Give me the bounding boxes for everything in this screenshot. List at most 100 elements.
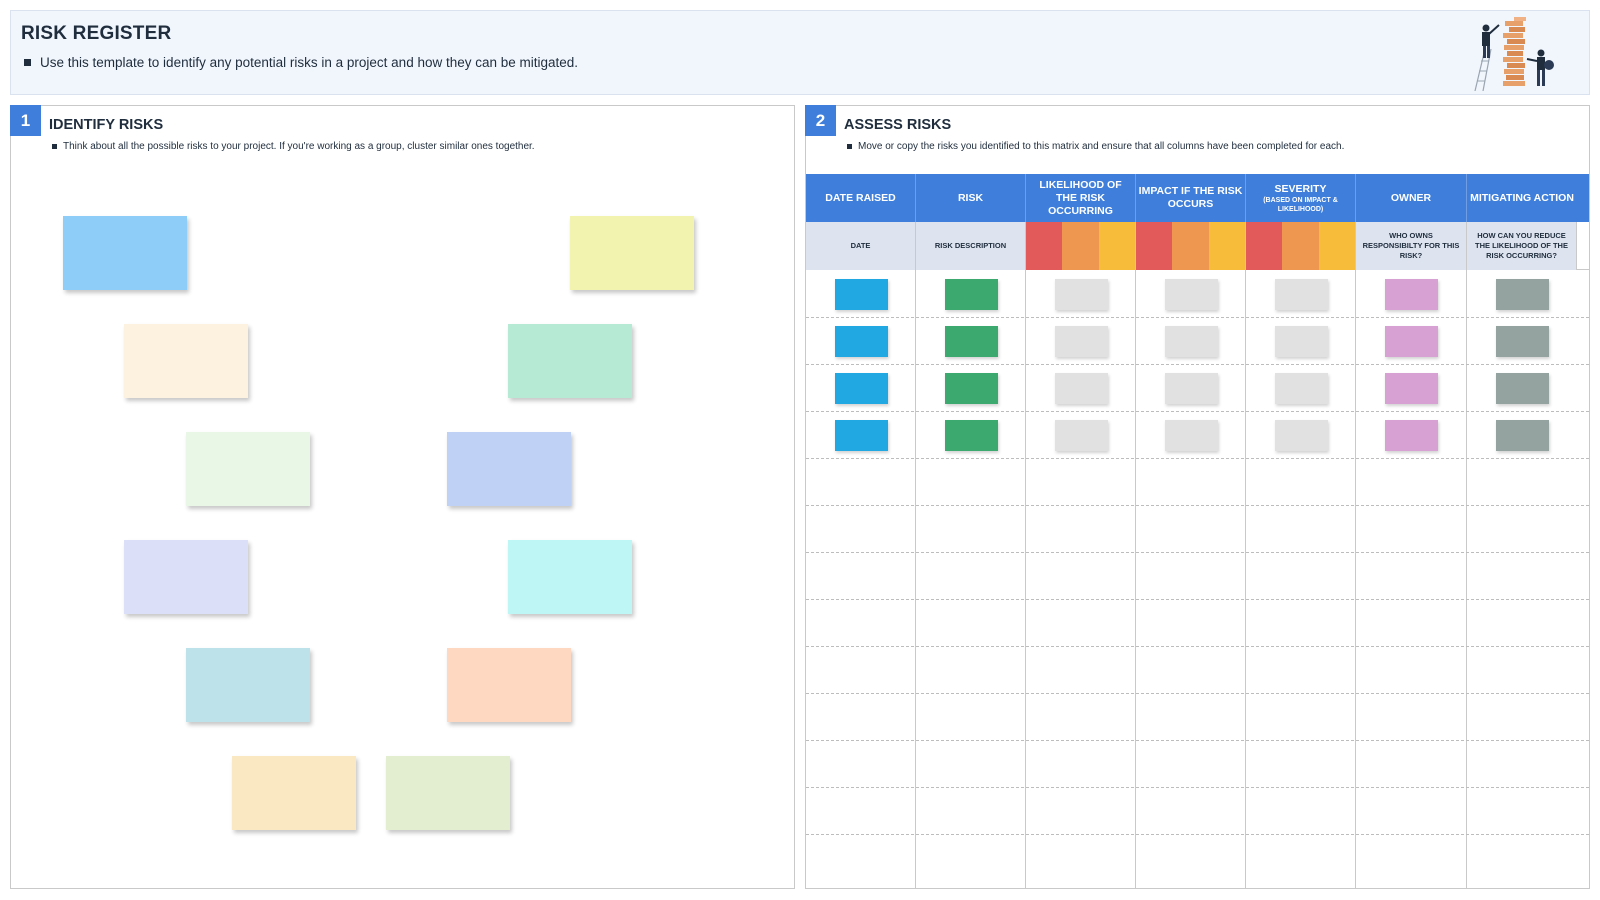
matrix-cell-note[interactable] — [1495, 420, 1549, 451]
sticky-note[interactable] — [124, 540, 248, 614]
column-divider — [1466, 270, 1467, 889]
low-rating-swatch — [1318, 222, 1355, 270]
matrix-subheader-row: DATE RISK DESCRIPTION WHO OWNS RESPONSIBIL… — [806, 222, 1589, 270]
column-header-note: (BASED ON IMPACT & LIKELIHOOD) — [1263, 196, 1338, 213]
bullet-icon — [52, 144, 57, 149]
matrix-cell-note[interactable] — [834, 420, 888, 451]
matrix-cell-note[interactable] — [1054, 373, 1108, 404]
matrix-cell-note[interactable] — [1385, 326, 1438, 357]
matrix-cell-note[interactable] — [1164, 326, 1218, 357]
matrix-cell-note[interactable] — [1274, 420, 1328, 451]
column-header: LIKELIHOOD OF THE RISK OCCURRING — [1026, 174, 1136, 222]
sticky-note[interactable] — [447, 432, 571, 506]
column-header: SEVERITY (BASED ON IMPACT & LIKELIHOOD) — [1246, 174, 1356, 222]
row-divider — [806, 740, 1589, 741]
sticky-note[interactable] — [232, 756, 356, 830]
column-header-label: OWNER — [1390, 191, 1432, 204]
column-subheader: RISK DESCRIPTION — [916, 222, 1026, 270]
matrix-cell-note[interactable] — [1164, 279, 1218, 310]
assess-risks-panel: 2 ASSESS RISKS Move or copy the risks yo… — [805, 105, 1590, 889]
column-subheader: WHO OWNS RESPONSIBILTY FOR THIS RISK? — [1356, 222, 1467, 270]
matrix-cell-note[interactable] — [1385, 420, 1438, 451]
sticky-note[interactable] — [386, 756, 510, 830]
identify-description: Think about all the possible risks to yo… — [63, 141, 535, 152]
column-divider — [1025, 270, 1026, 889]
matrix-cell-note[interactable] — [944, 420, 998, 451]
identify-risks-panel: 1 IDENTIFY RISKS Think about all the pos… — [10, 105, 795, 889]
page-subtitle: Use this template to identify any potent… — [40, 55, 579, 70]
column-divider — [1245, 270, 1246, 889]
row-divider — [806, 364, 1589, 365]
column-header: OWNER — [1356, 174, 1467, 222]
matrix-cell-note[interactable] — [1054, 326, 1108, 357]
column-subheader: DATE — [806, 222, 916, 270]
row-divider — [806, 646, 1589, 647]
high-rating-swatch — [1136, 222, 1173, 270]
medium-rating-swatch — [1062, 222, 1099, 270]
column-header-label: IMPACT IF THE RISK OCCURS — [1138, 185, 1243, 210]
row-divider — [806, 693, 1589, 694]
jenga-tower-illustration — [1474, 17, 1554, 91]
page-subtitle-row: Use this template to identify any potent… — [24, 55, 578, 70]
column-header-label: LIKELIHOOD OF THE RISK OCCURRING — [1039, 178, 1122, 217]
row-divider — [806, 458, 1589, 459]
rating-scale — [1136, 222, 1246, 270]
medium-rating-swatch — [1282, 222, 1319, 270]
matrix-cell-note[interactable] — [1274, 279, 1328, 310]
identify-risks-title: IDENTIFY RISKS — [49, 117, 164, 133]
column-subheader: HOW CAN YOU REDUCE THE LIKELIHOOD OF THE… — [1467, 222, 1577, 270]
matrix-cell-note[interactable] — [944, 279, 998, 310]
matrix-cell-note[interactable] — [944, 326, 998, 357]
medium-rating-swatch — [1172, 222, 1209, 270]
bullet-icon — [24, 59, 31, 66]
low-rating-swatch — [1208, 222, 1245, 270]
sticky-note[interactable] — [447, 648, 571, 722]
matrix-cell-note[interactable] — [1164, 420, 1218, 451]
matrix-cell-note[interactable] — [1495, 279, 1549, 310]
high-rating-swatch — [1026, 222, 1063, 270]
matrix-cell-note[interactable] — [1385, 373, 1438, 404]
matrix-cell-note[interactable] — [834, 279, 888, 310]
row-divider — [806, 787, 1589, 788]
column-divider — [915, 270, 916, 889]
column-header-label: DATE RAISED — [825, 191, 896, 204]
matrix-cell-note[interactable] — [834, 326, 888, 357]
matrix-cell-note[interactable] — [1164, 373, 1218, 404]
matrix-cell-note[interactable] — [1274, 373, 1328, 404]
sticky-note[interactable] — [186, 432, 310, 506]
row-divider — [806, 505, 1589, 506]
matrix-cell-note[interactable] — [1495, 373, 1549, 404]
sticky-note[interactable] — [63, 216, 187, 290]
row-divider — [806, 834, 1589, 835]
row-divider — [806, 411, 1589, 412]
bullet-icon — [847, 144, 852, 149]
sticky-note[interactable] — [570, 216, 694, 290]
column-header-label: MITIGATING ACTION — [1470, 191, 1574, 204]
row-divider — [806, 317, 1589, 318]
matrix-header-row: DATE RAISED RISK LIKELIHOOD OF THE RISK OC… — [806, 174, 1589, 222]
matrix-cell-note[interactable] — [834, 373, 888, 404]
matrix-body — [806, 270, 1589, 889]
sticky-note[interactable] — [508, 540, 632, 614]
matrix-cell-note[interactable] — [1274, 326, 1328, 357]
column-divider — [1135, 270, 1136, 889]
assess-description: Move or copy the risks you identified to… — [858, 141, 1345, 152]
identify-description-row: Think about all the possible risks to yo… — [52, 141, 535, 152]
matrix-cell-note[interactable] — [1054, 420, 1108, 451]
assess-description-row: Move or copy the risks you identified to… — [847, 141, 1344, 152]
sticky-note[interactable] — [124, 324, 248, 398]
column-divider — [1355, 270, 1356, 889]
column-header: IMPACT IF THE RISK OCCURS — [1136, 174, 1246, 222]
column-header-label: RISK — [957, 191, 984, 204]
matrix-cell-note[interactable] — [944, 373, 998, 404]
rating-scale — [1246, 222, 1356, 270]
column-header-label: SEVERITY — [1274, 182, 1327, 195]
matrix-cell-note[interactable] — [1054, 279, 1108, 310]
matrix-cell-note[interactable] — [1385, 279, 1438, 310]
column-header: DATE RAISED — [806, 174, 916, 222]
matrix-cell-note[interactable] — [1495, 326, 1549, 357]
sticky-note[interactable] — [186, 648, 310, 722]
sticky-note[interactable] — [508, 324, 632, 398]
page-title: RISK REGISTER — [21, 23, 172, 44]
low-rating-swatch — [1098, 222, 1135, 270]
